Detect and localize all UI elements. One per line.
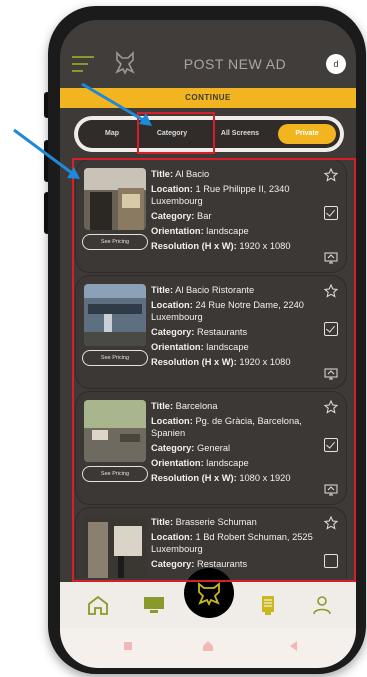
document-icon[interactable]	[256, 594, 280, 616]
tab-all-screens[interactable]: All Screens	[212, 124, 268, 144]
monitor-icon[interactable]	[142, 594, 166, 616]
home-icon[interactable]	[86, 594, 110, 616]
home-system-icon[interactable]	[202, 640, 214, 652]
listing-list-highlight	[72, 158, 356, 582]
profile-icon[interactable]	[310, 594, 334, 616]
page-title: POST NEW AD	[183, 56, 287, 72]
bear-logo-icon[interactable]	[114, 50, 136, 76]
top-bar: POST NEW AD d	[60, 20, 356, 88]
system-nav-bar	[60, 628, 356, 668]
tab-private[interactable]: Private	[278, 124, 336, 144]
recent-apps-icon[interactable]	[124, 642, 132, 650]
bear-center-icon	[198, 582, 220, 607]
avatar[interactable]: d	[326, 54, 346, 74]
hamburger-icon[interactable]	[72, 56, 94, 72]
category-tab-highlight	[137, 112, 215, 154]
tab-map[interactable]: Map	[92, 124, 132, 144]
back-icon[interactable]	[288, 640, 298, 652]
continue-button[interactable]: CONTINUE	[60, 88, 356, 108]
